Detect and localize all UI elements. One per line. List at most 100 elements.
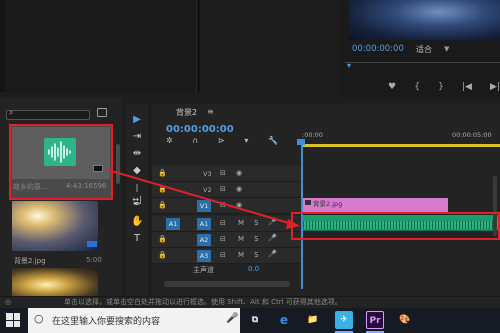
project-scrollbar[interactable] [116,144,120,184]
track-header-v3: 🔒 V3 ⊟ ◉ [152,166,302,182]
status-icon: ◎ [5,298,12,306]
project-item-duration: 4:43:16596 [66,182,107,190]
source-monitor-view [5,0,197,92]
track-header-a1: A1 A1 ⊟ M S 🎤 [152,216,302,232]
sync-lock-icon[interactable]: ⊟ [220,185,226,193]
work-area-bar[interactable] [302,144,500,147]
program-time-ruler[interactable] [345,62,500,72]
track-select-tool-icon[interactable]: ⇥ [131,131,143,143]
slip-tool-icon[interactable]: |↔| [131,182,143,204]
new-bin-icon[interactable] [97,108,107,117]
add-marker-button[interactable]: ♥ [388,82,396,92]
eye-icon[interactable]: ◉ [236,185,242,193]
status-text: 单击以选择，或单击空白处并拖动以进行框选。使用 Shift、Alt 和 Ctrl… [64,298,342,306]
premiere-window: 00:00:00:00 适合 ▼ ▾ ♥ { } |◀ ▶| ⌕ 故乡的原...… [0,0,500,333]
snap-icon[interactable]: ∩ [192,136,198,146]
solo-button[interactable]: S [254,219,258,227]
sync-lock-icon[interactable]: ⊟ [220,235,226,243]
microphone-icon[interactable]: 🎤 [268,234,277,242]
track-header-a3: 🔒 A3 ⊟ M S 🎤 [152,248,302,264]
tab-menu-icon[interactable]: ≡ [207,107,214,116]
project-item-image-thumbnail[interactable] [12,201,98,251]
ripple-edit-tool-icon[interactable]: ⇹ [131,148,143,160]
project-item-duration: 5:00 [86,256,102,264]
chevron-down-icon[interactable]: ▼ [444,45,449,53]
project-item-thumbnail[interactable] [12,268,98,296]
program-playhead-icon[interactable]: ▾ [347,61,351,70]
microphone-icon[interactable]: 🎤 [268,218,277,226]
track-target-a1[interactable]: A1 [197,218,211,230]
search-icon: ○ [34,312,44,325]
fx-badge-icon [305,200,311,205]
track-target-a2[interactable]: A2 [197,234,211,246]
track-target-v1[interactable]: V1 [197,200,211,212]
search-placeholder: 在这里输入你要搜索的内容 [52,317,161,327]
sync-lock-icon[interactable]: ⊟ [220,251,226,259]
razor-tool-icon[interactable]: ◆ [131,165,143,177]
audio-type-badge-icon [93,165,103,172]
windows-start-icon[interactable] [6,313,20,327]
premiere-icon[interactable]: Pr [366,311,384,329]
track-target-a3[interactable]: A3 [197,250,211,262]
lock-icon[interactable]: 🔒 [158,235,167,243]
source-patch-a1[interactable]: A1 [166,218,180,230]
project-search-input[interactable] [6,110,90,120]
selection-tool-icon[interactable]: ▶ [131,114,143,126]
sync-lock-icon[interactable]: ⊟ [220,201,226,209]
microphone-icon[interactable]: 🎤 [226,313,238,324]
search-icon: ⌕ [9,108,14,117]
task-view-icon[interactable]: ⧉ [246,311,264,329]
project-item-name: 故乡的原... [13,183,48,191]
hand-tool-icon[interactable]: ✋ [131,216,143,228]
program-timecode[interactable]: 00:00:00:00 [352,44,404,54]
master-track-label: 主声道 [193,266,214,274]
paint-icon[interactable]: 🎨 [396,311,414,329]
image-type-badge-icon [87,241,97,247]
nest-icon[interactable]: ✲ [166,136,173,146]
solo-button[interactable]: S [254,235,258,243]
timeline-toolbar: ✲ ∩ ⊳ ▾ 🔧 [166,136,278,146]
pen-tool-icon[interactable]: ✒ [131,199,143,211]
track-name: V2 [203,186,212,194]
wrench-icon[interactable]: 🔧 [268,136,278,146]
project-item-name: 背景2.jpg [14,257,46,265]
track-name: V3 [203,170,212,178]
mute-button[interactable]: M [238,235,244,243]
ruler-start-label: :00:00 [302,131,323,139]
program-transport-controls: ♥ { } |◀ ▶| [388,80,500,94]
timeline-timecode[interactable]: 00:00:00:00 [166,124,234,135]
timeline-playhead-handle[interactable] [297,139,305,145]
lock-icon[interactable]: 🔒 [158,169,167,177]
lock-icon[interactable]: 🔒 [158,201,167,209]
go-to-in-button[interactable]: |◀ [462,82,472,92]
audio-waveform-icon [44,138,76,166]
timeline-horizontal-scrollbar[interactable] [164,281,290,287]
type-tool-icon[interactable]: T [131,233,143,245]
sync-lock-icon[interactable]: ⊟ [220,219,226,227]
microphone-icon[interactable]: 🎤 [268,250,277,258]
edge-icon[interactable]: e [275,311,293,329]
add-marker-icon[interactable]: ▾ [244,136,248,146]
track-header-a2: 🔒 A2 ⊟ M S 🎤 [152,232,302,248]
go-to-out-button[interactable]: ▶| [490,82,500,92]
master-volume-value[interactable]: 0.0 [248,265,259,273]
lock-icon[interactable]: 🔒 [158,185,167,193]
timeline-sequence-tab[interactable]: 背景2 [176,107,197,118]
bird-app-icon[interactable]: ✈ [335,311,353,329]
track-header-v2: 🔒 V2 ⊟ ◉ [152,182,302,198]
zoom-fit-select[interactable]: 适合 [416,44,432,55]
sync-lock-icon[interactable]: ⊟ [220,169,226,177]
eye-icon[interactable]: ◉ [236,201,242,209]
linked-selection-icon[interactable]: ⊳ [218,136,225,146]
track-header-v1: 🔒 V1 ⊟ ◉ [152,198,302,214]
mark-in-button[interactable]: { [414,82,420,92]
mute-button[interactable]: M [238,251,244,259]
lock-icon[interactable]: 🔒 [158,251,167,259]
mute-button[interactable]: M [238,219,244,227]
file-explorer-icon[interactable]: 📁 [304,311,322,329]
eye-icon[interactable]: ◉ [236,169,242,177]
annotation-highlight-box [291,212,500,240]
solo-button[interactable]: S [254,251,258,259]
program-monitor-preview [349,0,500,40]
mark-out-button[interactable]: } [438,82,444,92]
